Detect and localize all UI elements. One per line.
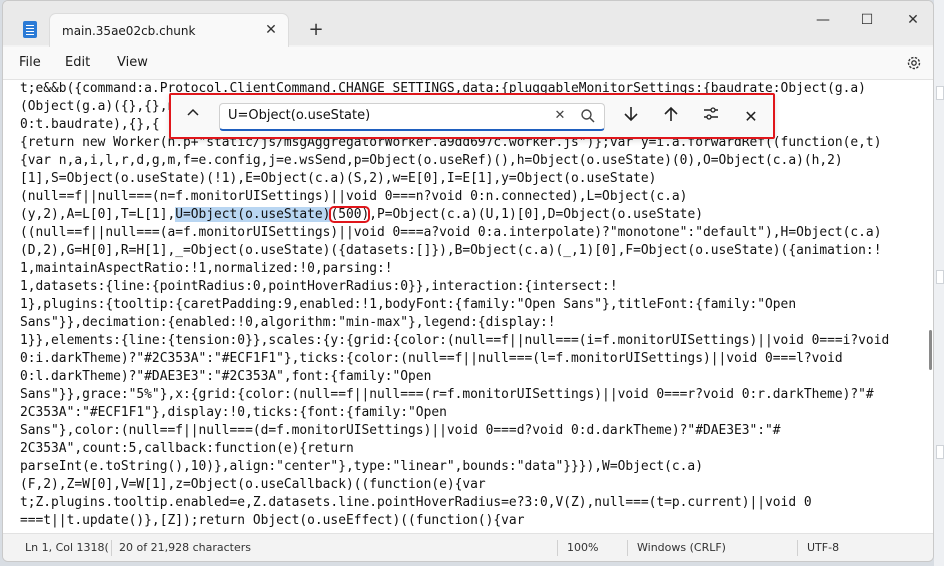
character-count: 20 of 21,928 characters	[119, 541, 251, 554]
tab-close-icon[interactable]: ✕	[261, 20, 281, 40]
tab-active[interactable]: main.35ae02cb.chunk ✕	[49, 13, 289, 47]
title-bar: main.35ae02cb.chunk ✕ + — ☐ ✕	[3, 1, 933, 47]
code-line: parseInt(e.toString(),10)},align:"center…	[20, 459, 703, 474]
code-line: 2C353A":"#ECF1F1"},display:!0,ticks:{fon…	[20, 405, 447, 420]
notepad-icon	[23, 21, 37, 38]
status-divider	[557, 540, 558, 556]
background-divider	[936, 445, 944, 459]
cursor-position: Ln 1, Col 1318(	[25, 541, 109, 554]
collapse-find-button[interactable]	[183, 106, 203, 126]
arrow-up-icon	[664, 106, 678, 121]
code-line: (y,2),A=L[0],T=L[1],U=Object(o.useState)…	[20, 206, 703, 223]
minimize-button[interactable]: —	[811, 10, 835, 30]
code-line: 1,datasets:{line:{pointRadius:0,pointHov…	[20, 279, 618, 294]
status-divider	[111, 540, 112, 556]
close-window-button[interactable]: ✕	[901, 10, 925, 30]
background-window-strip	[934, 0, 944, 566]
menu-bar: File Edit View	[3, 47, 933, 79]
code-line: ((null==f||null===(a=f.monitorUISettings…	[20, 225, 882, 240]
line-ending: Windows (CRLF)	[637, 541, 726, 554]
zoom-level[interactable]: 100%	[567, 541, 598, 554]
status-divider	[797, 540, 798, 556]
options-icon	[704, 107, 718, 120]
arrow-down-icon	[624, 107, 638, 122]
status-bar: Ln 1, Col 1318( 20 of 21,928 characters …	[3, 533, 933, 561]
annotation-box: (500)	[329, 206, 371, 223]
code-line: 1,maintainAspectRatio:!1,normalized:!0,p…	[20, 261, 393, 276]
find-input[interactable]: U=Object(o.useState)	[219, 103, 605, 131]
status-divider	[627, 540, 628, 556]
code-line: Sans"}},grace:"5%"},x:{grid:{color:(null…	[20, 387, 874, 402]
find-next-button[interactable]	[619, 105, 643, 129]
code-line: Sans"},color:(null==f||null===(d=f.monit…	[20, 423, 781, 438]
maximize-button[interactable]: ☐	[855, 10, 879, 30]
find-previous-button[interactable]	[659, 105, 683, 129]
encoding: UTF-8	[807, 541, 840, 554]
code-line: 2C353A",count:5,callback:function(e){ret…	[20, 441, 354, 456]
code-content: t;e&&b({command:a.Protocol.ClientCommand…	[20, 80, 920, 530]
code-line: Sans"}},decimation:{enabled:!0,algorithm…	[20, 315, 556, 330]
background-divider	[936, 86, 944, 100]
code-line: ===t||t.update()},[Z]);return Object(o.u…	[20, 513, 525, 528]
search-match-highlight: U=Object(o.useState)	[175, 207, 331, 222]
vertical-scrollbar[interactable]	[929, 330, 932, 370]
background-divider	[936, 270, 944, 284]
tab-title: main.35ae02cb.chunk	[62, 24, 196, 38]
clear-search-icon[interactable]: ✕	[551, 107, 569, 125]
code-line: 0:l.darkTheme)?"#DAE3E3":"#2C353A",font:…	[20, 369, 432, 384]
menu-file[interactable]: File	[19, 55, 41, 70]
code-line: 0:i.darkTheme)?"#2C353A":"#ECF1F1"},tick…	[20, 351, 843, 366]
code-line: 1},plugins:{tooltip:{caretPadding:9,enab…	[20, 297, 797, 312]
code-line: (null==f||null===(n=f.monitorUISettings)…	[20, 189, 688, 204]
code-line: t;Z.plugins.tooltip.enabled=e,Z.datasets…	[20, 495, 812, 510]
code-line: (F,2),Z=W[0],V=W[1],z=Object(o.useCallba…	[20, 477, 486, 492]
chevron-up-icon	[187, 108, 199, 116]
code-line: (D,2),G=H[0],R=H[1],_=Object(o.useState)…	[20, 243, 882, 258]
code-line: 1}},elements:{line:{tension:0}},scales:{…	[20, 333, 890, 348]
close-find-button[interactable]: ✕	[739, 105, 763, 129]
notepad-window: main.35ae02cb.chunk ✕ + — ☐ ✕ File Edit …	[2, 0, 934, 562]
find-options-button[interactable]	[699, 105, 723, 129]
new-tab-button[interactable]: +	[305, 19, 327, 41]
find-bar: U=Object(o.useState) ✕ ✕	[169, 93, 775, 139]
menu-view[interactable]: View	[117, 55, 148, 70]
text-editor[interactable]: t;e&&b({command:a.Protocol.ClientCommand…	[3, 79, 933, 533]
settings-gear-icon[interactable]	[905, 54, 923, 72]
menu-edit[interactable]: Edit	[65, 55, 90, 70]
search-icon[interactable]	[579, 107, 597, 125]
code-line: {var n,a,i,l,r,d,g,m,f=e.config,j=e.wsSe…	[20, 153, 843, 168]
code-line: [1],S=Object(o.useState)(!1),E=Object(c.…	[20, 171, 657, 186]
